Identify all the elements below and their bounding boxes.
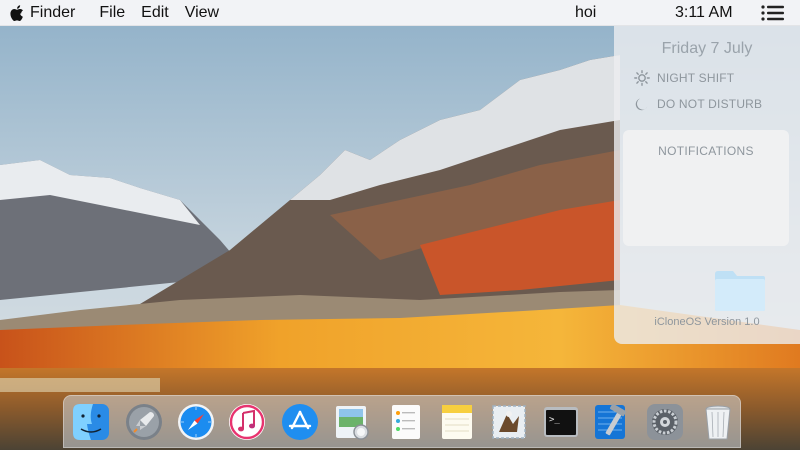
mail-icon[interactable]: Mail	[489, 402, 529, 442]
notes-icon[interactable]: Notes	[437, 402, 477, 442]
notification-center-list-icon[interactable]	[760, 3, 786, 23]
itunes-icon[interactable]: iTunes	[227, 402, 267, 442]
menu-app-name[interactable]: Finder	[30, 4, 75, 22]
menu-bar: Finder File Edit View hoi 3:11 AM	[0, 0, 800, 26]
app-store-icon[interactable]: App Store	[280, 402, 320, 442]
launchpad-icon[interactable]: Launchpad	[124, 402, 164, 442]
menu-view[interactable]: View	[185, 4, 219, 22]
terminal-icon[interactable]: >_ Terminal	[541, 402, 581, 442]
moon-icon	[635, 98, 648, 111]
sun-icon	[634, 70, 650, 86]
preview-icon[interactable]: Preview	[333, 402, 373, 442]
folder-icon[interactable]	[713, 268, 767, 312]
do-not-disturb-toggle[interactable]: DO NOT DISTURB	[634, 96, 762, 112]
menu-edit[interactable]: Edit	[141, 4, 169, 22]
night-shift-toggle[interactable]: NIGHT SHIFT	[634, 70, 734, 86]
nc-date: Friday 7 July	[661, 40, 753, 57]
menu-clock[interactable]: 3:11 AM	[675, 4, 745, 22]
system-preferences-icon[interactable]: System Preferences	[645, 402, 685, 442]
version-label: iCloneOS Version 1.0	[654, 316, 760, 328]
trash-icon[interactable]: Trash	[698, 402, 738, 442]
do-not-disturb-label: DO NOT DISTURB	[657, 97, 763, 111]
svg-text:>_: >_	[549, 415, 560, 425]
notifications-card: NOTIFICATIONS	[623, 130, 789, 246]
finder-icon[interactable]: Finder	[71, 402, 111, 442]
menu-user-name[interactable]: hoi	[575, 4, 596, 22]
night-shift-label: NIGHT SHIFT	[657, 71, 735, 85]
notifications-title: NOTIFICATIONS	[658, 144, 754, 158]
safari-icon[interactable]: Safari	[176, 402, 216, 442]
xcode-icon[interactable]: Xcode	[592, 402, 632, 442]
apple-icon[interactable]	[10, 4, 24, 21]
reminders-icon[interactable]: Reminders	[386, 402, 426, 442]
notification-center-panel: Friday 7 July NIGHT SHIFT DO NOT DISTURB…	[614, 26, 800, 344]
menu-file[interactable]: File	[99, 4, 125, 22]
